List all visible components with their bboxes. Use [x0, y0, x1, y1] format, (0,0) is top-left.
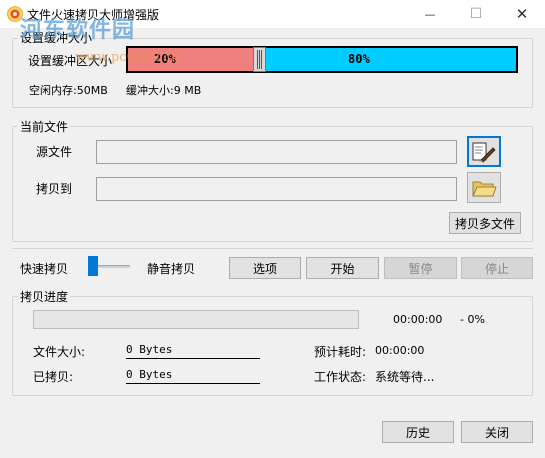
source-file-field[interactable] — [96, 140, 457, 164]
copy-multiple-files-button[interactable]: 拷贝多文件 — [449, 212, 521, 234]
copied-label: 已拷贝: — [33, 370, 74, 384]
minimize-button[interactable]: — — [407, 0, 453, 28]
fast-copy-label: 快速拷贝 — [20, 262, 69, 276]
dest-field[interactable] — [96, 177, 457, 201]
file-size-value: 0 Bytes — [126, 343, 260, 359]
minimize-icon: — — [424, 7, 436, 21]
watermark-url: www.pc0359.cn — [75, 50, 180, 65]
source-file-label: 源文件 — [36, 145, 73, 159]
eta-value: 00:00:00 — [375, 344, 425, 357]
close-button[interactable]: 关闭 — [461, 421, 533, 443]
separator — [12, 248, 533, 249]
start-button[interactable]: 开始 — [306, 257, 379, 279]
dest-browse-button[interactable] — [467, 172, 501, 203]
close-window-button[interactable]: ✕ — [499, 0, 545, 28]
history-button[interactable]: 历史 — [382, 421, 454, 443]
file-size-label: 文件大小: — [33, 345, 86, 359]
silent-copy-label: 静音拷贝 — [147, 262, 196, 276]
buffer-size-label: 缓冲大小:9 MB — [126, 84, 202, 97]
stop-button[interactable]: 停止 — [461, 257, 533, 279]
close-icon: ✕ — [515, 5, 529, 23]
status-value: 系统等待... — [375, 370, 435, 384]
options-button[interactable]: 选项 — [229, 257, 301, 279]
maximize-icon: ☐ — [469, 6, 483, 22]
file-browse-icon — [472, 142, 496, 163]
watermark-logo: 河东软件园 — [20, 17, 136, 43]
free-memory-label: 空闲内存:50MB — [29, 84, 108, 97]
progress-time: 00:00:00 — [393, 313, 443, 326]
buffer-slider[interactable]: 20% 80% — [126, 46, 518, 73]
folder-icon — [472, 181, 497, 196]
copied-value: 0 Bytes — [126, 368, 260, 384]
buffer-slider-handle[interactable] — [253, 47, 266, 72]
progress-group-title: 拷贝进度 — [18, 288, 71, 305]
dest-label: 拷贝到 — [36, 182, 73, 196]
current-file-group-title: 当前文件 — [18, 118, 71, 135]
progress-bar — [33, 310, 359, 329]
progress-percent: - 0% — [460, 313, 485, 326]
eta-label: 预计耗时: — [314, 345, 367, 359]
status-label: 工作状态: — [314, 370, 367, 384]
buffer-right-percent: 80% — [348, 52, 370, 66]
copy-mode-toggle[interactable] — [88, 256, 130, 276]
source-browse-button[interactable] — [467, 136, 501, 167]
toggle-handle[interactable] — [88, 256, 98, 276]
maximize-button[interactable]: ☐ — [453, 0, 499, 28]
pause-button[interactable]: 暂停 — [384, 257, 457, 279]
